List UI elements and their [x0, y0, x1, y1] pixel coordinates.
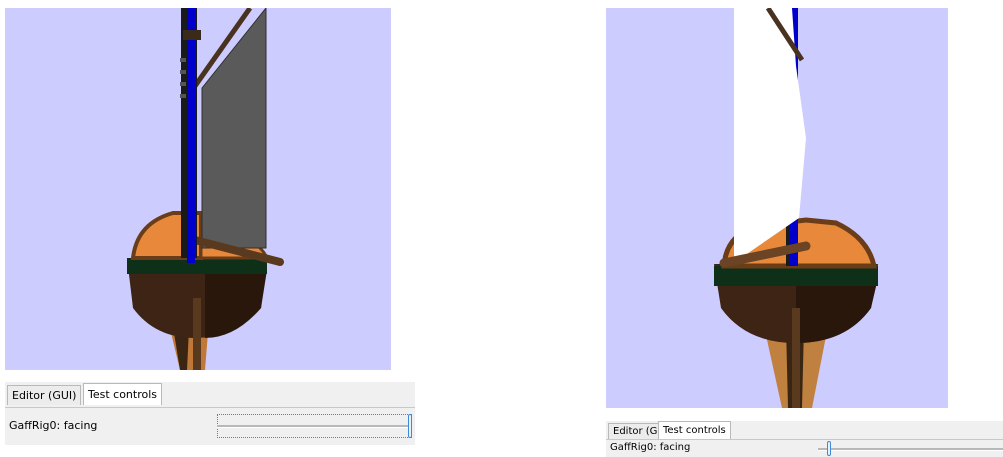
- right-facing-slider[interactable]: [818, 441, 1003, 456]
- left-control-label: GaffRig0: facing: [9, 419, 98, 432]
- left-boat-render: [127, 8, 284, 370]
- tab-test-controls[interactable]: Test controls: [83, 383, 163, 405]
- left-mast: [187, 8, 195, 263]
- left-facing-slider[interactable]: [217, 414, 412, 438]
- right-boat-render: [714, 8, 878, 408]
- right-3d-viewport[interactable]: [606, 8, 948, 408]
- left-3d-viewport[interactable]: [5, 8, 391, 370]
- left-waterline: [127, 258, 267, 274]
- right-control-label: GaffRig0: facing: [610, 442, 691, 453]
- left-tab-bar: Editor (GUI) Test controls: [5, 382, 415, 408]
- slider-thumb[interactable]: [827, 441, 831, 456]
- left-sail: [201, 8, 267, 249]
- right-control-row: GaffRig0: facing: [606, 440, 1003, 457]
- tab-editor-gui[interactable]: Editor (GUI): [7, 385, 82, 405]
- tab-test-controls[interactable]: Test controls: [658, 421, 731, 439]
- right-waterline: [714, 266, 878, 286]
- slider-track: [818, 447, 1003, 451]
- right-tab-bar: Editor (GUI) Test controls: [606, 421, 1003, 440]
- slider-track: [217, 425, 412, 428]
- left-control-row: GaffRig0: facing: [5, 408, 415, 445]
- slider-thumb[interactable]: [408, 414, 412, 438]
